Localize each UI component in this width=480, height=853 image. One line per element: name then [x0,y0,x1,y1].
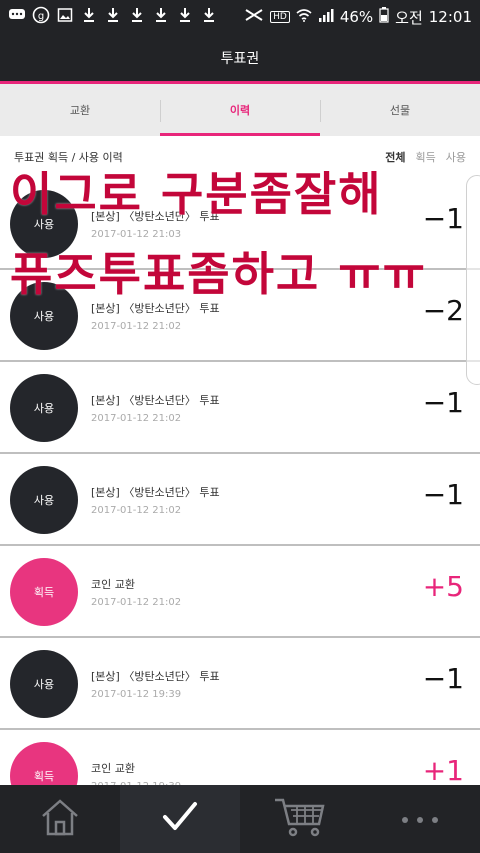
item-value: −1 [422,662,464,695]
item-value: +5 [422,570,464,603]
chat-icon [8,8,26,26]
item-value: −1 [422,202,464,235]
item-title: [본상] 〈방탄소년단〉 투표 [91,486,220,499]
item-date: 2017-01-12 21:02 [91,505,182,516]
item-date: 2017-01-12 21:02 [91,597,182,608]
item-value: +1 [422,754,464,787]
nav-home-button[interactable] [0,785,120,853]
clock-ampm: 오전 [395,8,423,27]
notification-icons: g [8,6,218,28]
item-value: −2 [422,294,464,327]
use-badge: 사용 [10,466,78,534]
annotation-line-2: 퓨즈투표좀하고 ㅠㅠ [10,247,427,301]
tab-bar: 교환 이력 선물 [0,84,480,136]
list-item[interactable]: 사용 [본상] 〈방탄소년단〉 투표 2017-01-12 21:02 −1 [0,362,480,454]
item-value: −1 [422,386,464,419]
image-icon [56,7,74,27]
nav-check-button[interactable] [120,785,240,853]
mute-icon [244,8,264,26]
edge-panel-handle[interactable] [466,175,480,385]
item-title: [본상] 〈방탄소년단〉 투표 [91,670,220,683]
list-item[interactable]: 사용 [본상] 〈방탄소년단〉 투표 2017-01-12 21:02 −1 [0,454,480,546]
download-icon [80,7,98,27]
filter-all[interactable]: 전체 [385,149,405,165]
wifi-icon [296,8,312,26]
download-icon [104,7,122,27]
download-icon [176,7,194,27]
tab-gift[interactable]: 선물 [320,84,480,136]
battery-icon [379,7,389,27]
signal-icon [318,8,334,26]
filter-group: 전체 획득 사용 [385,149,466,165]
item-title: [본상] 〈방탄소년단〉 투표 [91,394,220,407]
page-title: 투표권 [220,50,260,67]
app-header: 투표권 [0,34,480,81]
item-date: 2017-01-12 21:02 [91,321,182,332]
home-icon [39,796,81,842]
use-badge: 사용 [10,650,78,718]
item-date: 2017-01-12 19:39 [91,689,182,700]
status-bar: g HD 46% 오전 12:01 [0,0,480,34]
g-circle-icon: g [32,6,50,28]
more-icon [399,810,441,829]
nav-more-button[interactable] [360,785,480,853]
filter-use[interactable]: 사용 [446,149,466,165]
download-icon [152,7,170,27]
item-title: 코인 교환 [91,762,135,775]
filter-gain[interactable]: 획득 [416,149,436,165]
cart-icon [273,796,327,842]
use-badge: 사용 [10,374,78,442]
tab-exchange[interactable]: 교환 [0,84,160,136]
annotation-line-1: 이그로 구분좀잘해 [10,167,383,221]
item-date: 2017-01-12 21:02 [91,413,182,424]
list-item[interactable]: 획득 코인 교환 2017-01-12 21:02 +5 [0,546,480,638]
list-item[interactable]: 사용 [본상] 〈방탄소년단〉 투표 2017-01-12 19:39 −1 [0,638,480,730]
network-badge: HD [270,11,290,23]
nav-cart-button[interactable] [240,785,360,853]
tab-history[interactable]: 이력 [160,84,320,136]
clock-time: 12:01 [428,8,472,26]
battery-percent: 46% [339,8,374,26]
gain-badge: 획득 [10,558,78,626]
check-icon [160,797,200,841]
item-value: −1 [422,478,464,511]
status-indicators: HD 46% 오전 12:01 [244,7,472,28]
download-icon [128,7,146,27]
bottom-nav [0,785,480,853]
svg-text:g: g [38,11,44,22]
download-icon [200,7,218,27]
item-title: 코인 교환 [91,578,135,591]
